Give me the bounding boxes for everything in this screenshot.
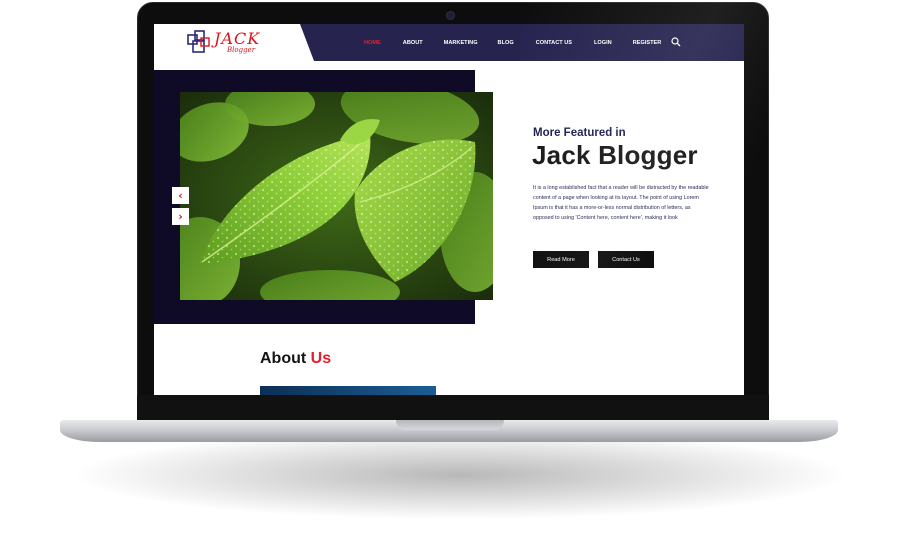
search-icon[interactable]	[671, 37, 681, 47]
read-more-button[interactable]: Read More	[533, 251, 589, 268]
contact-us-button[interactable]: Contact Us	[598, 251, 654, 268]
logo-tagline: Blogger	[227, 46, 256, 54]
hero-title: Jack Blogger	[532, 140, 698, 170]
about-title-highlight: Us	[310, 350, 332, 367]
slider-prev-button[interactable]: ‹	[172, 187, 189, 204]
nav-item-contact-us[interactable]: CONTACT US	[536, 40, 572, 46]
about-section-title: About Us	[260, 350, 331, 368]
laptop-base-notch	[396, 420, 504, 430]
hero-pretitle: More Featured in	[533, 127, 626, 139]
nav-item-marketing[interactable]: MARKETING	[444, 40, 478, 46]
site-logo[interactable]: JACK Blogger	[187, 29, 267, 57]
browser-screen: JACK Blogger HOME ABOUT MARKETING BLOG C…	[154, 24, 744, 395]
nav-item-login[interactable]: LOGIN	[594, 40, 612, 46]
nav-item-about[interactable]: ABOUT	[403, 40, 423, 46]
slider-next-button[interactable]: ›	[172, 208, 189, 225]
webcam	[446, 11, 455, 20]
nav-item-register[interactable]: REGISTER	[633, 40, 662, 46]
hero-leaf-image	[180, 92, 493, 300]
hero-description: It is a long established fact that a rea…	[533, 185, 709, 221]
main-nav: HOME ABOUT MARKETING BLOG CONTACT US LOG…	[364, 24, 661, 61]
laptop-bottom-bezel	[137, 395, 769, 420]
leaf-photo	[180, 92, 493, 300]
site-header: JACK Blogger HOME ABOUT MARKETING BLOG C…	[154, 24, 744, 61]
about-image-strip	[260, 386, 436, 395]
nav-item-home[interactable]: HOME	[364, 40, 381, 46]
about-title-main: About	[260, 350, 307, 367]
laptop-shadow	[70, 430, 850, 520]
nav-item-blog[interactable]: BLOG	[498, 40, 514, 46]
logo-squares-icon	[187, 30, 210, 53]
